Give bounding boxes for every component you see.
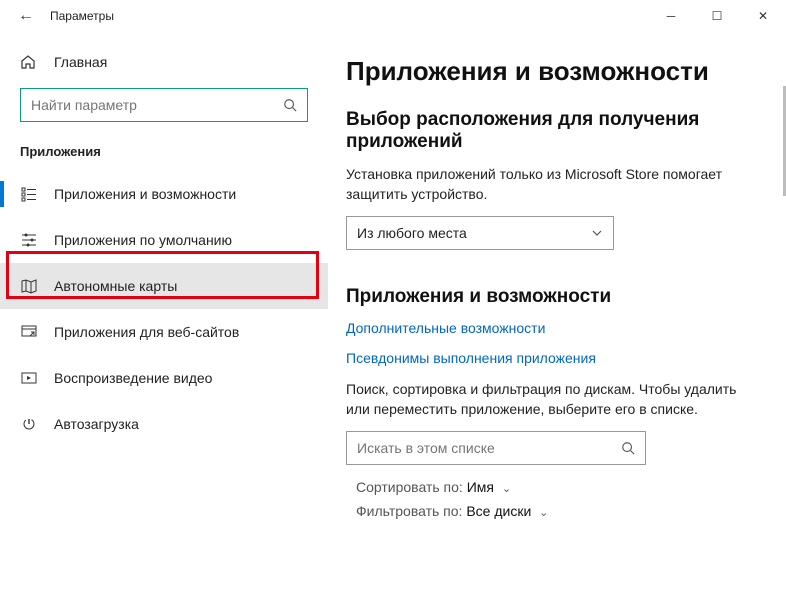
window-controls: ─ ☐ ✕ [648, 0, 786, 32]
nav-label: Приложения и возможности [54, 186, 236, 202]
filter-input[interactable] [357, 440, 621, 456]
nav-label: Воспроизведение видео [54, 370, 212, 386]
chevron-down-icon [591, 227, 603, 239]
source-heading: Выбор расположения для получения приложе… [346, 109, 752, 153]
main-content: Приложения и возможности Выбор расположе… [328, 32, 786, 605]
startup-icon [20, 416, 38, 432]
apps-body: Поиск, сортировка и фильтрация по дискам… [346, 380, 752, 419]
map-icon [20, 278, 38, 294]
page-heading: Приложения и возможности [346, 56, 752, 87]
chevron-down-icon: ⌄ [539, 507, 548, 519]
website-icon [20, 324, 38, 340]
filter-value: Все диски [466, 503, 531, 519]
nav-label: Автономные карты [54, 278, 177, 294]
nav-websites-apps[interactable]: Приложения для веб-сайтов [0, 309, 328, 355]
maximize-button[interactable]: ☐ [694, 0, 740, 32]
search-input[interactable] [31, 97, 283, 113]
chevron-down-icon: ⌄ [502, 483, 511, 495]
nav-default-apps[interactable]: Приложения по умолчанию [0, 217, 328, 263]
titlebar: ← Параметры ─ ☐ ✕ [0, 0, 786, 32]
section-title: Приложения [0, 144, 328, 171]
window-title: Параметры [40, 9, 114, 23]
nav-video-playback[interactable]: Воспроизведение видео [0, 355, 328, 401]
nav-startup[interactable]: Автозагрузка [0, 401, 328, 447]
filter-row[interactable]: Фильтровать по: Все диски ⌄ [346, 503, 752, 519]
source-body: Установка приложений только из Microsoft… [346, 165, 752, 204]
source-value: Из любого места [357, 225, 591, 241]
nav-apps-features[interactable]: Приложения и возможности [0, 171, 328, 217]
search-icon [621, 441, 635, 455]
source-dropdown[interactable]: Из любого места [346, 216, 614, 250]
home-label: Главная [54, 54, 107, 70]
nav-offline-maps[interactable]: Автономные карты [0, 263, 328, 309]
sort-label: Сортировать по: [356, 479, 463, 495]
link-execution-aliases[interactable]: Псевдонимы выполнения приложения [346, 350, 752, 366]
home-icon [20, 54, 38, 70]
minimize-button[interactable]: ─ [648, 0, 694, 32]
nav-label: Автозагрузка [54, 416, 139, 432]
search-icon [283, 98, 297, 112]
filter-box[interactable] [346, 431, 646, 465]
apps-heading: Приложения и возможности [346, 286, 752, 308]
search-box[interactable] [20, 88, 308, 122]
defaults-icon [20, 232, 38, 248]
video-icon [20, 370, 38, 386]
nav-label: Приложения для веб-сайтов [54, 324, 239, 340]
link-optional-features[interactable]: Дополнительные возможности [346, 320, 752, 336]
sidebar: Главная Приложения Приложения и возможно… [0, 32, 328, 605]
filter-label: Фильтровать по: [356, 503, 462, 519]
nav-label: Приложения по умолчанию [54, 232, 232, 248]
home-nav[interactable]: Главная [0, 50, 328, 88]
sort-row[interactable]: Сортировать по: Имя ⌄ [346, 479, 752, 495]
back-button[interactable]: ← [12, 7, 40, 25]
close-button[interactable]: ✕ [740, 0, 786, 32]
sort-value: Имя [467, 479, 494, 495]
list-icon [20, 186, 38, 202]
